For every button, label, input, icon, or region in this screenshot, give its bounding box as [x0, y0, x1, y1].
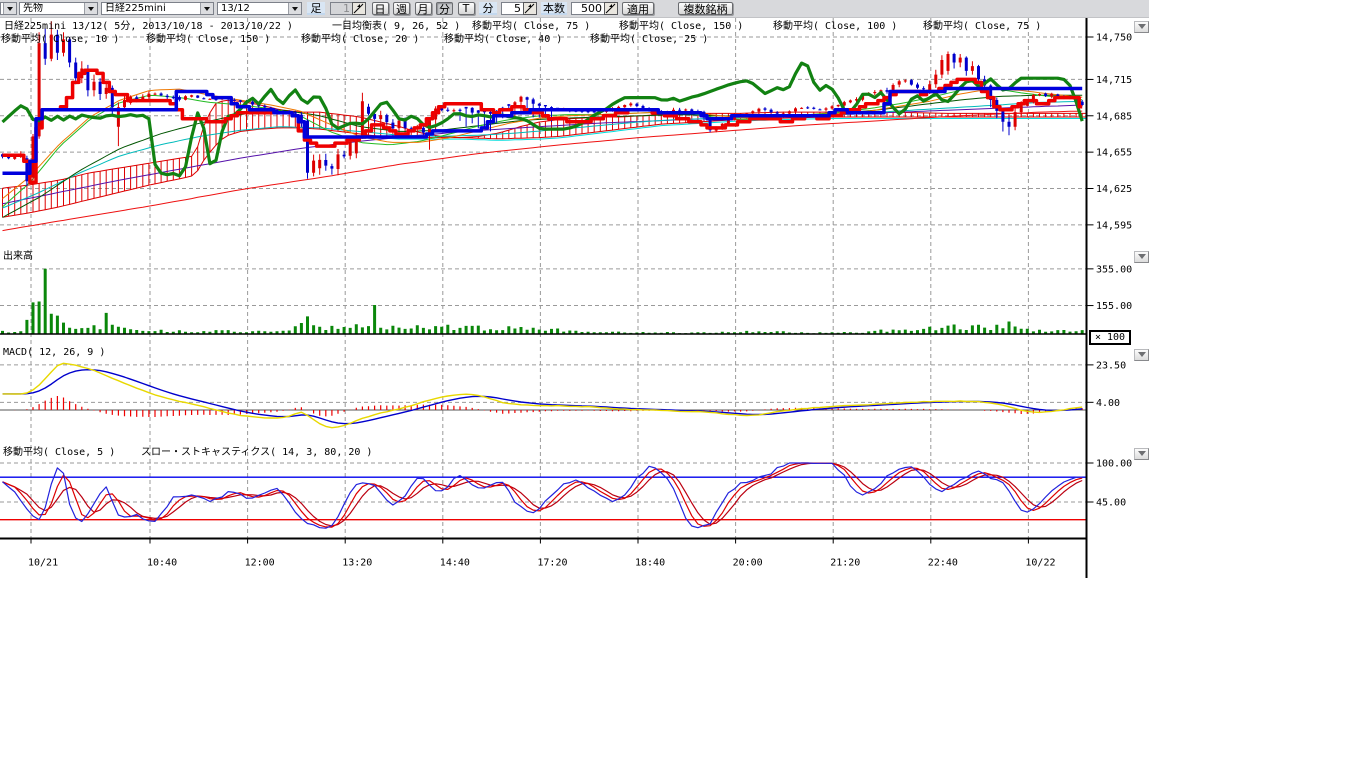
bar-interval-value: 1 — [330, 2, 352, 15]
minute-value: 5 — [501, 2, 523, 15]
axis-tick-label: 100.00 — [1096, 459, 1132, 470]
dropdown-arrow-icon — [288, 3, 301, 14]
time-axis-label: 20:00 — [733, 558, 763, 569]
legend-item: 日経225mini 13/12( 5分, 2013/10/18 - 2013/1… — [4, 21, 293, 32]
candle-bodies-down — [3, 35, 1083, 182]
mini-dropdown[interactable] — [0, 2, 17, 15]
collapse-macd-pane-button[interactable] — [1134, 349, 1149, 361]
bar-type-label: 足 — [307, 2, 325, 15]
period-button-1[interactable]: 日 — [372, 2, 389, 15]
minute-input[interactable]: 5 — [501, 2, 537, 15]
time-axis-label: 14:40 — [440, 558, 470, 569]
time-axis-label: 18:40 — [635, 558, 665, 569]
apply-button[interactable]: 適用 — [622, 2, 654, 15]
axis-tick-label: 14,625 — [1096, 184, 1132, 195]
volume-pane-label: 出来高 — [3, 251, 33, 262]
legend-item: 移動平均( Close, 20 ) — [301, 34, 419, 45]
toolbar: 先物 日経225mini 13/12 足 1 日週月分T 分 5 本数 500 … — [0, 0, 1149, 18]
minute-label: 分 — [479, 2, 497, 15]
bar-count-value: 500 — [571, 2, 604, 15]
axis-tick-label: 14,685 — [1096, 111, 1132, 122]
spinner-icon[interactable] — [523, 2, 537, 15]
multi-symbol-button[interactable]: 複数銘柄 — [678, 2, 733, 15]
axis-tick-label: 155.00 — [1096, 301, 1132, 312]
legend-item: 移動平均( Close, 40 ) — [444, 34, 562, 45]
axis-tick-label: 4.00 — [1096, 398, 1120, 409]
axis-tick-label: 14,715 — [1096, 75, 1132, 86]
ma20-line — [3, 88, 1083, 207]
legend-item: 移動平均( Close, 25 ) — [590, 34, 708, 45]
legend-item: 移動平均( Close, 75 ) — [923, 21, 1041, 32]
cloud-span-b-line — [3, 117, 1087, 217]
time-axis-label: 10/21 — [28, 558, 58, 569]
time-axis-label: 17:20 — [537, 558, 567, 569]
legend-item: 移動平均( Close, 75 ) — [472, 21, 590, 32]
legend-item: 移動平均( Close, 150 ) — [619, 21, 743, 32]
collapse-stoch-pane-button[interactable] — [1134, 448, 1149, 460]
volume-bars — [3, 269, 1083, 334]
candle-wicks-down — [3, 29, 1083, 187]
legend-item: 移動平均( Close, 100 ) — [773, 21, 897, 32]
axis-tick-label: 45.00 — [1096, 497, 1126, 508]
chart-area: 14,750 14,715 14,685 14,655 14,625 14,595 355.… — [0, 0, 1366, 768]
macd-line — [3, 363, 1083, 427]
time-axis-label: 13:20 — [342, 558, 372, 569]
bar-interval-input[interactable]: 1 — [330, 2, 366, 15]
time-axis-label: 10:40 — [147, 558, 177, 569]
stoch-k-line — [3, 463, 1083, 528]
chart-canvas: 14,750 14,715 14,685 14,655 14,625 14,595 355.… — [0, 0, 1366, 768]
macd-signal-line — [3, 370, 1083, 424]
collapse-volume-pane-button[interactable] — [1134, 251, 1149, 263]
stoch-ma-pane-label: 移動平均( Close, 5 ) — [3, 447, 115, 458]
axis-tick-label: 14,750 — [1096, 33, 1132, 44]
dropdown-arrow-icon — [3, 3, 16, 14]
time-axis-label: 21:20 — [830, 558, 860, 569]
spinner-icon[interactable] — [352, 2, 366, 15]
dropdown-arrow-icon — [84, 3, 97, 14]
bar-count-label: 本数 — [541, 2, 567, 15]
time-axis-label: 22:40 — [928, 558, 958, 569]
period-button-4[interactable]: 分 — [436, 2, 453, 15]
axis-tick-label: 355.00 — [1096, 264, 1132, 275]
contract-month-select[interactable]: 13/12 — [217, 2, 302, 15]
stoch-pane-label: スロー・ストキャスティクス( 14, 3, 80, 20 ) — [141, 447, 372, 458]
dropdown-arrow-icon — [200, 3, 213, 14]
legend-item: 一目均衡表( 9, 26, 52 ) — [332, 21, 460, 32]
macd-histogram — [15, 396, 1083, 417]
axis-tick-label: 14,655 — [1096, 148, 1132, 159]
time-axis-label: 10/22 — [1025, 558, 1055, 569]
period-button-2[interactable]: 週 — [393, 2, 410, 15]
symbol-select[interactable]: 日経225mini — [101, 2, 214, 15]
axis-tick-label: 23.50 — [1096, 360, 1126, 371]
spinner-icon[interactable] — [604, 2, 618, 15]
macd-pane-label: MACD( 12, 26, 9 ) — [3, 347, 105, 358]
axis-tick-label: 14,595 — [1096, 220, 1132, 231]
volume-multiplier-badge: × 100 — [1089, 330, 1131, 345]
time-axis-label: 12:00 — [245, 558, 275, 569]
bar-count-input[interactable]: 500 — [571, 2, 618, 15]
period-button-5[interactable]: T — [458, 2, 475, 15]
legend-item: 移動平均( Close, 150 ) — [146, 34, 270, 45]
collapse-price-pane-button[interactable] — [1134, 21, 1149, 33]
period-button-3[interactable]: 月 — [415, 2, 432, 15]
category-select[interactable]: 先物 — [19, 2, 98, 15]
legend-item: 移動平均( Close, 10 ) — [1, 34, 119, 45]
